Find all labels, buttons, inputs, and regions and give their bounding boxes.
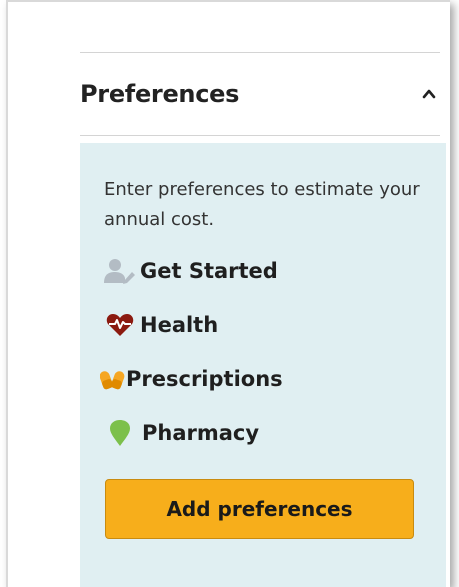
user-edit-icon (100, 257, 140, 285)
preference-item-prescriptions: Prescriptions (100, 365, 283, 393)
preferences-body: Enter preferences to estimate your annua… (80, 143, 446, 587)
preference-item-label: Pharmacy (142, 421, 260, 445)
map-pin-icon (100, 419, 140, 447)
preferences-title: Preferences (80, 80, 240, 108)
heartbeat-icon (100, 311, 140, 339)
add-preferences-button[interactable]: Add preferences (105, 479, 414, 539)
chevron-up-icon[interactable] (422, 87, 436, 101)
preference-item-health: Health (100, 311, 218, 339)
pills-icon (100, 365, 126, 393)
preference-item-label: Prescriptions (126, 367, 283, 391)
preference-item-label: Health (140, 313, 219, 337)
preference-item-label: Get Started (140, 259, 278, 283)
preferences-description: Enter preferences to estimate your annua… (104, 179, 420, 230)
preference-item-get-started: Get Started (100, 257, 278, 285)
preferences-header[interactable]: Preferences (80, 52, 440, 136)
preferences-card: Preferences Enter preferences to estimat… (6, 0, 450, 587)
preference-item-pharmacy: Pharmacy (100, 419, 259, 447)
